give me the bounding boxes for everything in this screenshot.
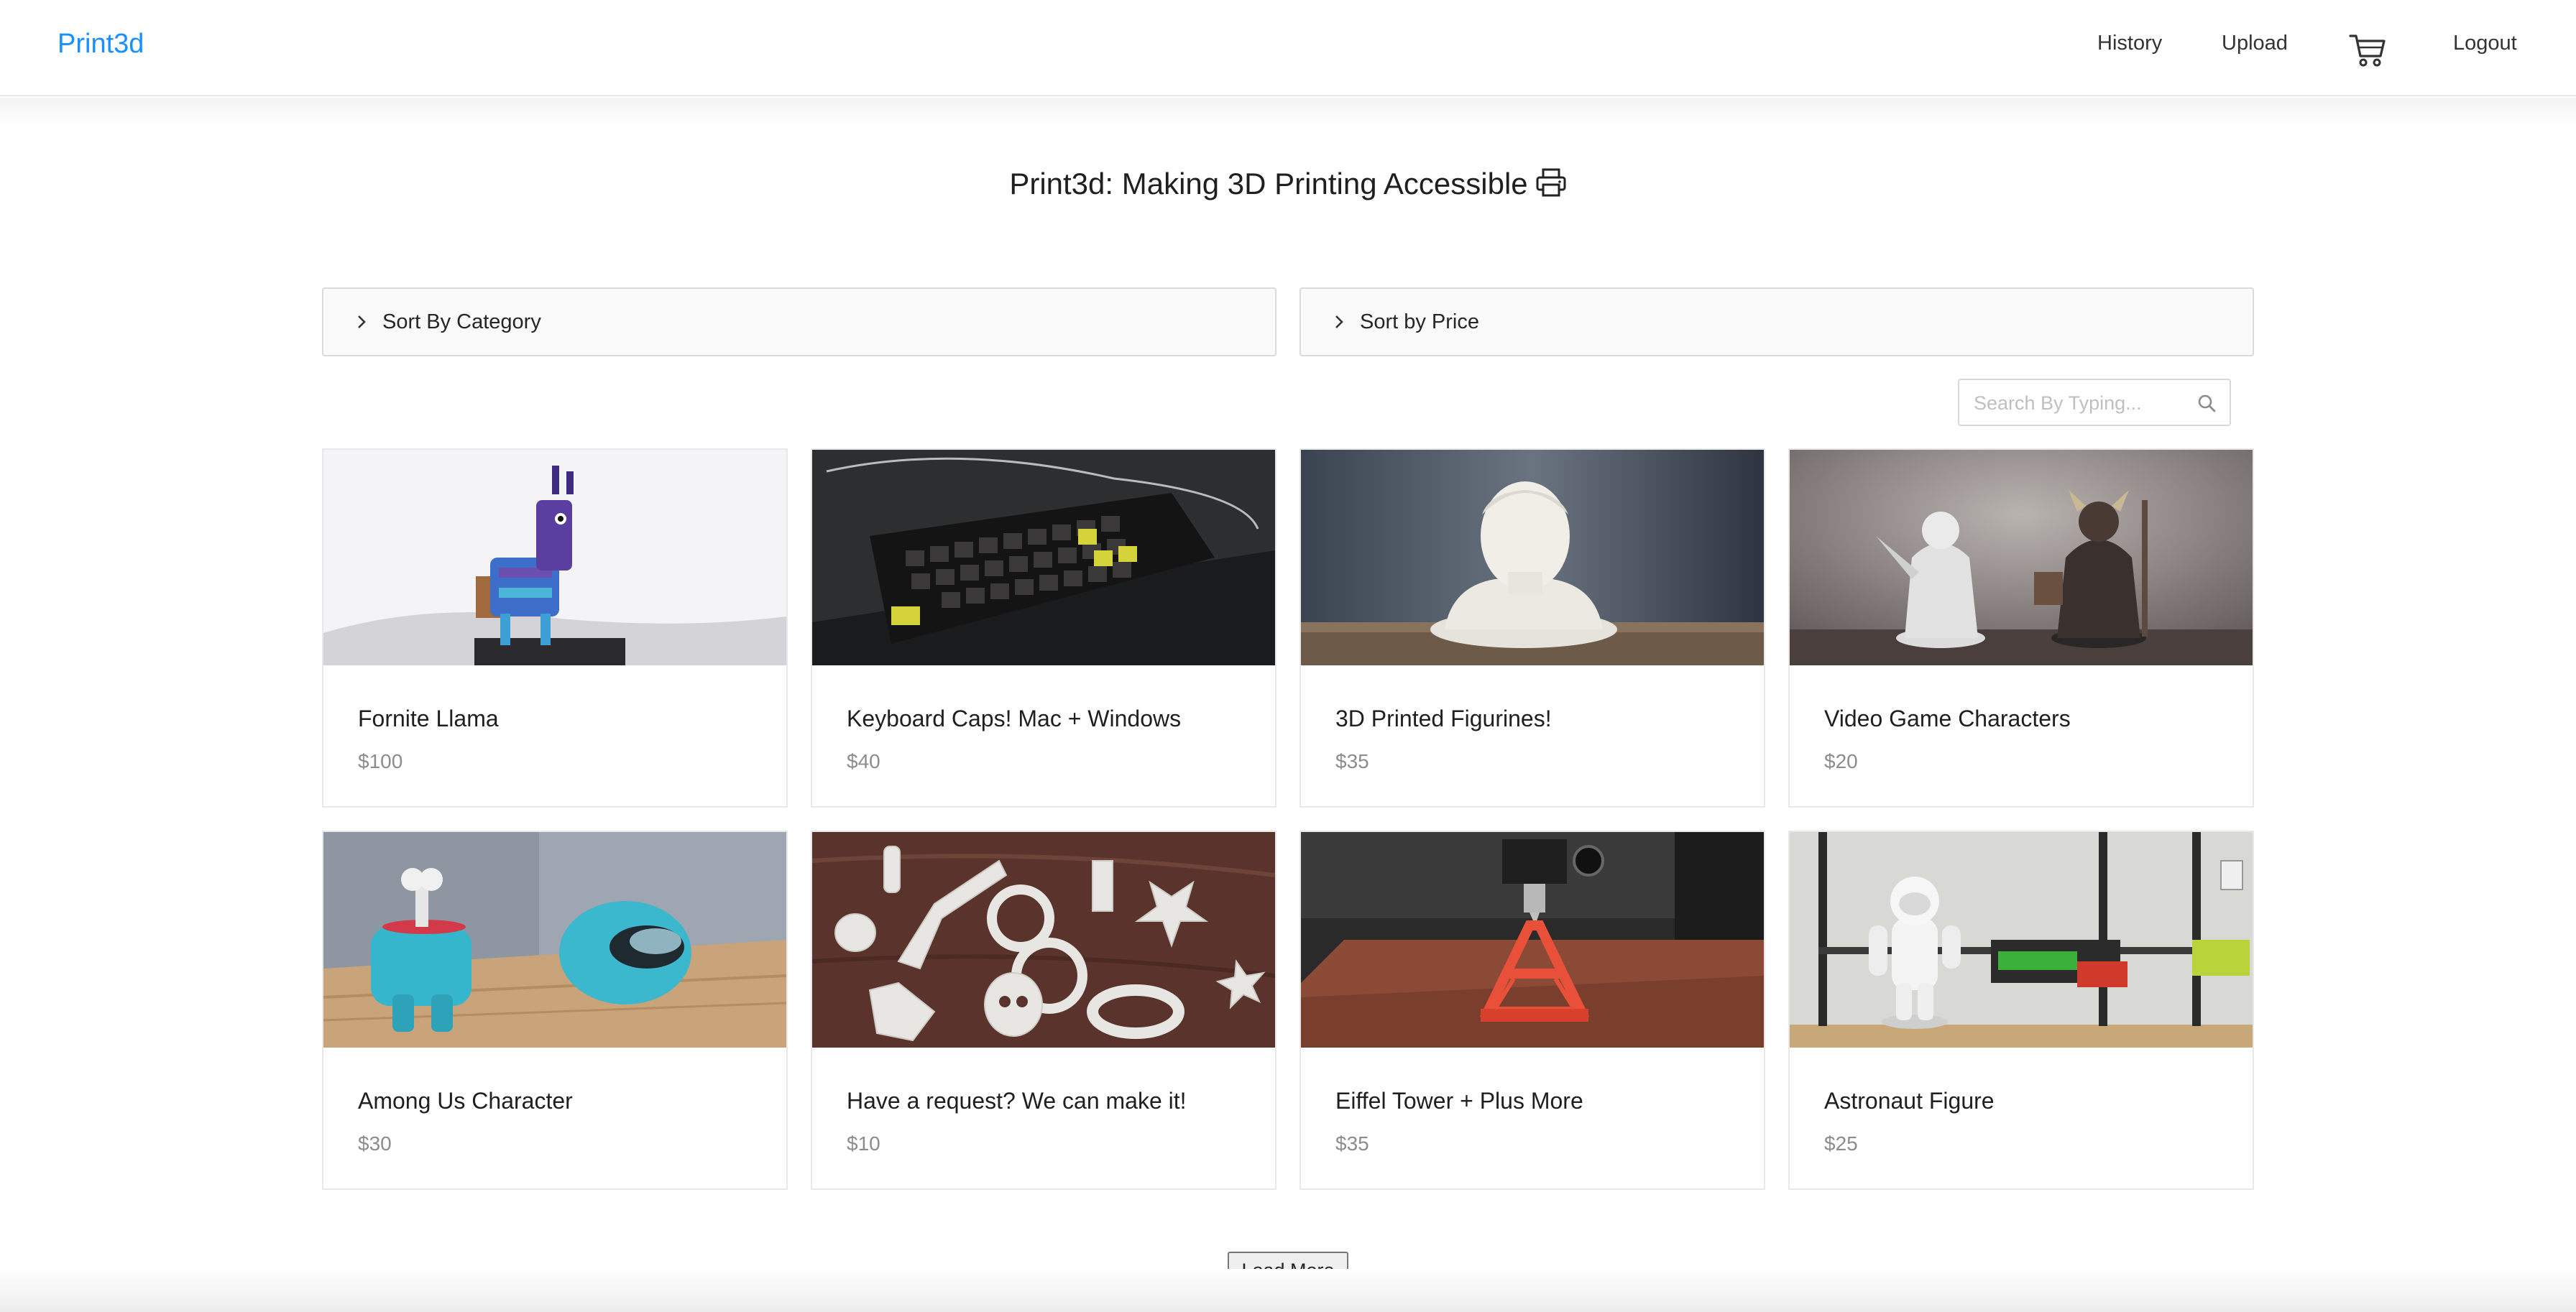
product-image-eiffel-tower xyxy=(1301,832,1764,1048)
chevron-right-icon xyxy=(358,315,366,328)
page-title-text: Print3d: Making 3D Printing Accessible xyxy=(1009,167,1528,200)
product-card[interactable]: Fornite Llama $100 xyxy=(322,448,788,808)
page-title: Print3d: Making 3D Printing Accessible xyxy=(0,167,2576,201)
chevron-right-icon xyxy=(1335,315,1343,328)
product-card[interactable]: 3D Printed Figurines! $35 xyxy=(1300,448,1765,808)
search-box xyxy=(1958,379,2231,426)
product-card[interactable]: Keyboard Caps! Mac + Windows $40 xyxy=(811,448,1276,808)
nav-logout-link[interactable]: Logout xyxy=(2453,32,2517,55)
product-name: Video Game Characters xyxy=(1824,706,2071,731)
printer-icon xyxy=(1535,167,1567,198)
product-price: $40 xyxy=(847,750,880,772)
product-image-keyboard xyxy=(812,450,1275,665)
product-price: $25 xyxy=(1824,1132,1858,1155)
product-name: Keyboard Caps! Mac + Windows xyxy=(847,706,1182,731)
search-input[interactable] xyxy=(1974,389,2189,417)
product-name: Among Us Character xyxy=(358,1088,573,1114)
nav-upload-link[interactable]: Upload xyxy=(2222,32,2288,55)
product-price: $35 xyxy=(1335,1132,1369,1155)
product-image-bust xyxy=(1301,450,1764,665)
product-image-astronaut xyxy=(1790,832,2253,1048)
sort-by-price-collapse[interactable]: Sort by Price xyxy=(1300,287,2254,356)
sort-by-price-label: Sort by Price xyxy=(1360,310,1479,333)
product-image-llama xyxy=(323,450,786,665)
product-name: Eiffel Tower + Plus More xyxy=(1335,1088,1583,1114)
product-card[interactable]: Have a request? We can make it! $10 xyxy=(811,831,1276,1190)
product-name: 3D Printed Figurines! xyxy=(1335,706,1552,731)
cart-icon[interactable] xyxy=(2347,30,2388,70)
top-navbar: Print3d History Upload Logout xyxy=(0,0,2576,96)
bottom-shadow xyxy=(0,1269,2576,1312)
product-price: $20 xyxy=(1824,750,1858,772)
product-name: Have a request? We can make it! xyxy=(847,1088,1187,1114)
product-image-game-characters xyxy=(1790,450,2253,665)
product-card[interactable]: Astronaut Figure $25 xyxy=(1788,831,2254,1190)
sort-by-category-label: Sort By Category xyxy=(382,310,541,333)
product-card[interactable]: Video Game Characters $20 xyxy=(1788,448,2254,808)
product-price: $100 xyxy=(358,750,403,772)
brand-logo-link[interactable]: Print3d xyxy=(58,29,144,60)
search-icon[interactable] xyxy=(2194,390,2221,417)
product-card[interactable]: Among Us Character $30 xyxy=(322,831,788,1190)
product-name: Fornite Llama xyxy=(358,706,499,731)
header-shadow xyxy=(0,98,2576,126)
sort-by-category-collapse[interactable]: Sort By Category xyxy=(322,287,1276,356)
product-card[interactable]: Eiffel Tower + Plus More $35 xyxy=(1300,831,1765,1190)
product-price: $30 xyxy=(358,1132,392,1155)
nav-history-link[interactable]: History xyxy=(2097,32,2162,55)
product-image-among-us xyxy=(323,832,786,1048)
product-price: $35 xyxy=(1335,750,1369,772)
product-price: $10 xyxy=(847,1132,880,1155)
product-name: Astronaut Figure xyxy=(1824,1088,1995,1114)
product-image-assorted-prints xyxy=(812,832,1275,1048)
